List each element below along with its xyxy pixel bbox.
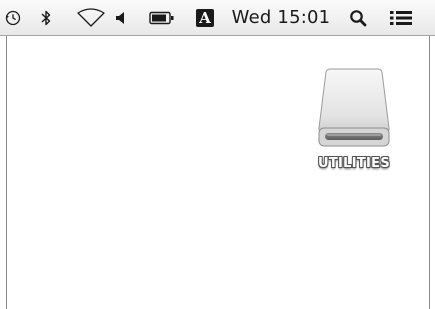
input-source-badge: A: [196, 8, 214, 27]
desktop-item-label: UTILITIES: [317, 156, 391, 171]
wifi-icon[interactable]: [74, 0, 108, 35]
spotlight-search-icon[interactable]: [346, 0, 370, 35]
frame-divider-right: [429, 36, 430, 309]
clock-text: Wed 15:01: [231, 7, 331, 28]
time-machine-icon[interactable]: [2, 0, 24, 35]
menubar-clock[interactable]: Wed 15:01: [229, 0, 333, 35]
desktop-item-utilities[interactable]: UTILITIES: [306, 66, 402, 180]
menu-bar: A Wed 15:01: [0, 0, 435, 36]
frame-divider-left: [6, 36, 7, 309]
bluetooth-icon[interactable]: [36, 0, 56, 35]
battery-icon[interactable]: [146, 0, 178, 35]
notification-center-icon[interactable]: [384, 0, 418, 35]
volume-icon[interactable]: [112, 0, 130, 35]
external-drive-icon: [318, 68, 390, 147]
input-source-menu[interactable]: A: [194, 0, 216, 35]
